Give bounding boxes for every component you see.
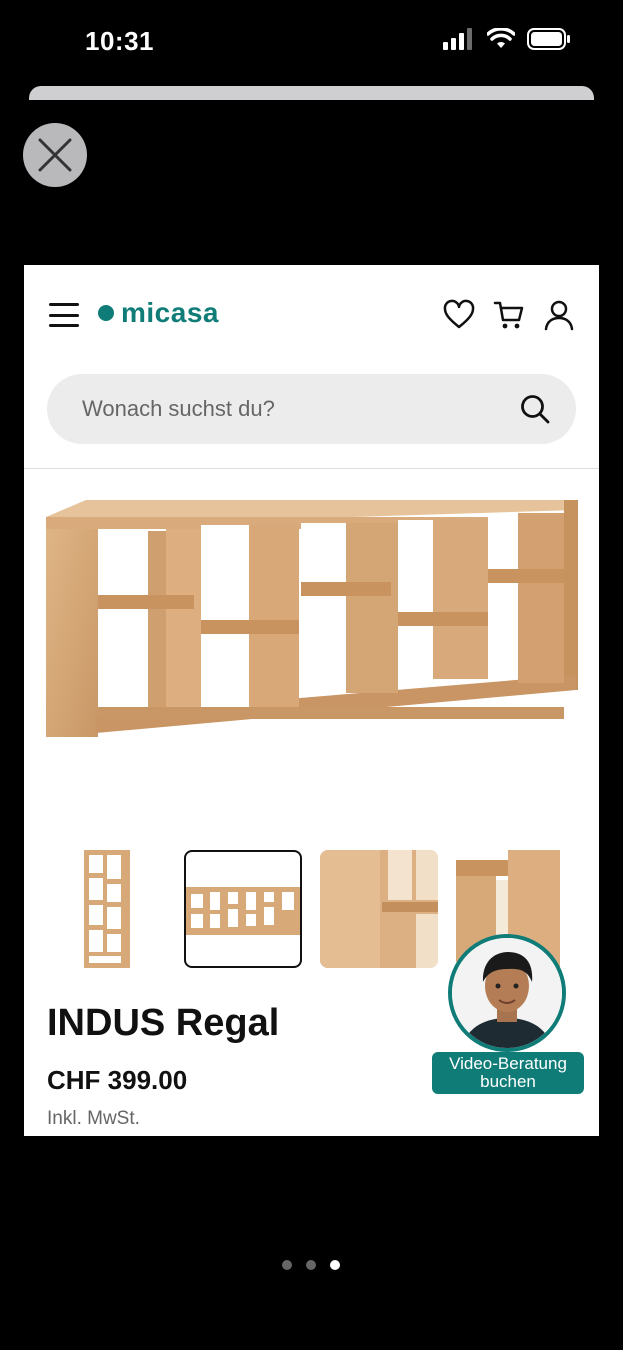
wifi-icon xyxy=(487,28,515,48)
search-icon[interactable] xyxy=(519,393,551,425)
product-image[interactable] xyxy=(46,495,578,740)
brand-logo[interactable]: micasa xyxy=(98,297,219,329)
heart-icon[interactable] xyxy=(443,299,475,331)
product-price: CHF 399.00 xyxy=(47,1065,188,1095)
video-consultation-widget[interactable]: Video-Beratung buchen xyxy=(432,934,584,1096)
page-dot[interactable] xyxy=(282,1260,292,1270)
thumbnail-horizontal-selected[interactable] xyxy=(184,850,302,968)
logo-dot xyxy=(98,305,114,321)
nav-actions xyxy=(443,299,575,331)
battery-icon xyxy=(527,28,570,50)
product-title: INDUS Regal xyxy=(47,1002,280,1044)
avatar xyxy=(448,934,566,1052)
video-label-line1: Video-Beratung xyxy=(449,1054,567,1073)
tax-note: Inkl. MwSt. xyxy=(47,1108,140,1129)
video-label-line2: buchen xyxy=(480,1072,536,1091)
menu-icon[interactable] xyxy=(49,303,79,327)
close-icon xyxy=(38,138,72,172)
logo-text: micasa xyxy=(121,297,219,328)
sheet-handle xyxy=(29,86,594,100)
thumbnail-vertical[interactable] xyxy=(46,850,164,968)
thumbnail-detail-1[interactable] xyxy=(320,850,438,968)
close-button[interactable] xyxy=(23,123,87,187)
page-dot-active[interactable] xyxy=(330,1260,340,1270)
video-consultation-button[interactable]: Video-Beratung buchen xyxy=(432,1052,584,1094)
web-page-preview: micasa Wonach suchst du? INDUS Regal CHF… xyxy=(24,265,599,1136)
status-bar: 10:31 xyxy=(0,0,623,86)
status-time: 10:31 xyxy=(85,26,154,56)
page-indicator xyxy=(282,1260,340,1270)
cart-icon[interactable] xyxy=(493,299,525,331)
search-placeholder: Wonach suchst du? xyxy=(82,396,275,421)
divider xyxy=(24,468,599,469)
signal-icon xyxy=(443,28,472,50)
status-icons xyxy=(443,28,571,50)
search-input[interactable]: Wonach suchst du? xyxy=(47,374,576,444)
page-dot[interactable] xyxy=(306,1260,316,1270)
user-icon[interactable] xyxy=(543,299,575,331)
top-nav: micasa xyxy=(24,265,599,365)
